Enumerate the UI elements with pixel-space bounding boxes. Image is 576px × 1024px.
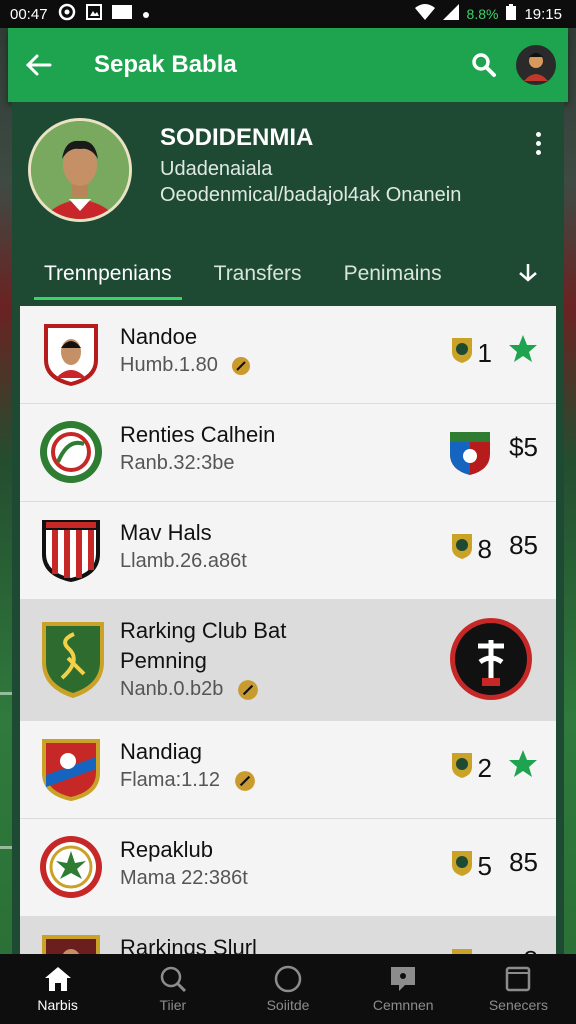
- list-item[interactable]: Nandiag Flama:1.12 2: [20, 721, 556, 819]
- wifi-icon: [414, 4, 435, 24]
- price-text: $5: [509, 432, 538, 462]
- rank-number: 2: [477, 753, 492, 783]
- club-crest-icon: [44, 324, 98, 386]
- rank-number: 1: [477, 338, 492, 368]
- badge-icon: [452, 534, 472, 559]
- favorite-star-icon[interactable]: [508, 749, 538, 779]
- status-bar: 00:47 8.8% 19:15: [0, 0, 576, 28]
- bottom-navigation: Narbis Tiier Soiitde Cemnnen Senecers: [0, 954, 576, 1024]
- app-bar: Sepak Babla: [8, 28, 568, 102]
- price-text: 85: [509, 847, 538, 877]
- club-crest-icon: [40, 421, 102, 483]
- signal-icon: [442, 4, 459, 24]
- nav-item-cemnnen[interactable]: Cemnnen: [346, 954, 461, 1024]
- search-icon: [472, 53, 496, 77]
- battery-text: 8.8%: [466, 6, 499, 22]
- tab-trennpenians[interactable]: Trennpenians: [34, 248, 182, 300]
- list-item[interactable]: Rarking Club Bat Pemning Nanb.0.b2b: [20, 600, 556, 721]
- club-name-line2: Pemning: [120, 648, 207, 673]
- tabs-expand-button[interactable]: [516, 260, 540, 289]
- club-crest-icon: [42, 622, 104, 698]
- chat-icon: [391, 967, 416, 991]
- profile-subtitle: Udadenaiala: [160, 158, 273, 180]
- club-meta-text: Humb.1.80: [120, 354, 218, 376]
- rank-number: 8: [477, 534, 492, 564]
- club-crest-icon: [42, 520, 100, 582]
- status-clock: 19:15: [524, 5, 562, 23]
- home-icon: [44, 967, 71, 991]
- tab-transfers[interactable]: Transfers: [214, 248, 302, 300]
- player-avatar: [28, 118, 132, 222]
- list-item[interactable]: Repaklub Mama 22:386t 5 85: [20, 819, 556, 917]
- nav-label: Cemnnen: [372, 997, 434, 1013]
- club-emblem-icon: [450, 618, 532, 700]
- club-name: Mav Hals: [120, 520, 212, 545]
- club-name: Rarking Club Bat: [120, 618, 287, 643]
- club-meta-text: Nanb.0.b2b: [120, 678, 224, 700]
- club-crest-icon: [42, 739, 100, 801]
- user-avatar-icon: [524, 53, 548, 81]
- profile-avatar-button[interactable]: [516, 45, 556, 85]
- card-icon: [111, 5, 132, 23]
- arrow-down-icon: [519, 263, 537, 282]
- battery-icon: [506, 4, 517, 24]
- back-button[interactable]: [8, 28, 68, 102]
- coin-icon: [232, 356, 251, 375]
- nav-item-narbis[interactable]: Narbis: [0, 954, 115, 1024]
- club-name: Nandoe: [120, 324, 198, 349]
- status-time: 00:47: [10, 5, 48, 23]
- list-item[interactable]: Nandoe Humb.1.80 1: [20, 306, 556, 404]
- club-meta-text: Ranb.32:3be: [120, 452, 235, 474]
- nav-label: Narbis: [37, 997, 78, 1013]
- dot-icon: [142, 6, 150, 23]
- coin-icon: [234, 770, 255, 791]
- price-text: 85: [509, 530, 538, 560]
- list-item[interactable]: Renties Calhein Ranb.32:3be $5: [20, 404, 556, 502]
- coin-icon: [238, 679, 258, 700]
- more-options-button[interactable]: [524, 126, 552, 160]
- club-meta-text: Llamb.26.a86t: [120, 550, 247, 572]
- profile-description: Oeodenmical/badajol4ak Onanein: [160, 184, 462, 206]
- tab-penimains[interactable]: Penimains: [344, 248, 442, 300]
- profile-header: SODIDENMIA Udadenaiala Oeodenmical/badaj…: [28, 118, 564, 222]
- club-name: Renties Calhein: [120, 422, 276, 447]
- circle-icon: [274, 965, 302, 993]
- search-button[interactable]: [460, 41, 508, 89]
- profile-name: SODIDENMIA: [160, 124, 314, 151]
- rank-number: 5: [477, 851, 492, 881]
- badge-icon: [452, 753, 472, 778]
- club-meta: Nanb.0.b2b: [120, 678, 259, 701]
- badge-icon: [452, 851, 472, 876]
- tab-bar: Trennpenians Transfers Penimains: [32, 248, 552, 300]
- club-crest-icon: [40, 836, 102, 898]
- search-icon: [160, 966, 186, 993]
- list-item[interactable]: Mav Hals Llamb.26.a86t 8 85: [20, 502, 556, 600]
- player-photo-icon: [31, 121, 129, 219]
- app-title: Sepak Babla: [94, 51, 237, 78]
- club-meta-text: Flama:1.12: [120, 769, 221, 791]
- club-meta: Flama:1.12: [120, 769, 256, 792]
- square-icon: [506, 966, 531, 992]
- image-icon: [85, 4, 102, 24]
- club-name: Nandiag: [120, 739, 202, 764]
- club-name: Repaklub: [120, 837, 213, 862]
- nav-item-tiier[interactable]: Tiier: [115, 954, 230, 1024]
- back-arrow-icon: [25, 54, 52, 76]
- nav-label: Senecers: [488, 997, 548, 1013]
- nav-item-soiitde[interactable]: Soiitde: [230, 954, 345, 1024]
- club-meta-text: Mama 22:386t: [120, 867, 248, 889]
- club-meta: Humb.1.80: [120, 354, 251, 377]
- favorite-star-icon[interactable]: [508, 334, 538, 364]
- club-list: Nandoe Humb.1.80 1 Renties Calhein Ranb.…: [20, 306, 556, 978]
- notification-icon: [58, 3, 76, 25]
- nav-label: Tiier: [159, 997, 187, 1013]
- nav-label: Soiitde: [266, 997, 310, 1013]
- club-badge-icon: [450, 432, 490, 475]
- badge-icon: [452, 338, 472, 363]
- nav-item-senecers[interactable]: Senecers: [461, 954, 576, 1024]
